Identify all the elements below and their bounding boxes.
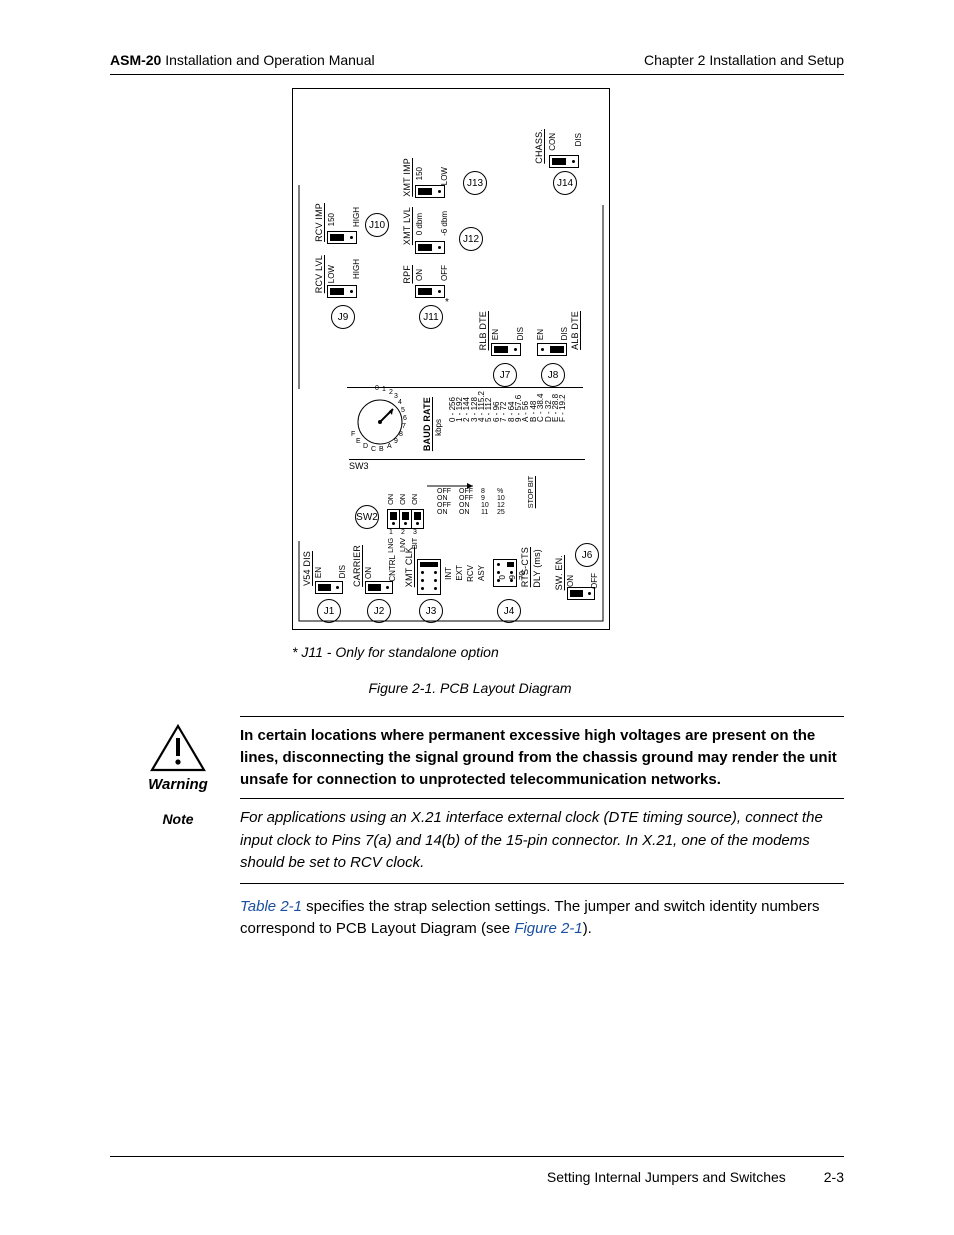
- j11-star: *: [445, 297, 449, 308]
- warning-text: In certain locations where permanent exc…: [240, 725, 844, 790]
- j14-opt-con: CON: [549, 133, 557, 151]
- j8-opt1: EN: [537, 329, 545, 340]
- j3-label: J3: [419, 599, 443, 623]
- j13-opt2: LOW: [441, 167, 449, 185]
- j8-strap: [537, 343, 567, 356]
- chapter-title: Chapter 2 Installation and Setup: [644, 52, 844, 68]
- j12-opt1: 0 dbm: [416, 213, 424, 235]
- j14-opt-dis: DIS: [575, 133, 583, 146]
- j14-label: J14: [553, 171, 577, 195]
- warning-icon-block: Warning Note: [143, 724, 213, 827]
- j4-title: RTS-CTS: [521, 547, 531, 587]
- j7-label: J7: [493, 363, 517, 387]
- footer-section: Setting Internal Jumpers and Switches: [547, 1169, 786, 1185]
- baud-rate-list: 0 - 2561 - 1922 - 1443 - 1284 - 115.25 -…: [449, 391, 567, 422]
- j3-header: [417, 559, 441, 595]
- j8-opt2: DIS: [561, 327, 569, 340]
- sw2-matrix: OFFOFF8% ONOFF910 OFFON1012 ONON1125: [437, 488, 513, 516]
- j1-title: V54 DIS: [303, 551, 313, 586]
- j1-label: J1: [317, 599, 341, 623]
- j12-strap: [415, 241, 445, 254]
- product-code: ASM-20: [110, 52, 161, 68]
- j13-title: XMT IMP: [403, 158, 413, 197]
- j14-title: CHASS.: [535, 129, 545, 164]
- note-text: For applications using an X.21 interface…: [240, 807, 844, 875]
- j9-title: RCV LVL: [315, 255, 325, 293]
- manual-title: Installation and Operation Manual: [165, 52, 374, 68]
- page-footer: Setting Internal Jumpers and Switches 2-…: [547, 1169, 844, 1185]
- footer-rule: [110, 1156, 844, 1157]
- board-outline: [293, 89, 609, 629]
- j10-label: J10: [365, 213, 389, 237]
- sw2-label: SW2: [355, 505, 379, 529]
- warning-triangle-icon: [150, 724, 206, 772]
- j7-opt2: DIS: [517, 327, 525, 340]
- j6-label: J6: [575, 543, 599, 567]
- j10-opt2: HIGH: [353, 207, 361, 227]
- j11-strap: [415, 285, 445, 298]
- j11-label: J11: [419, 305, 443, 329]
- j10-opt1: 150: [328, 213, 336, 226]
- j4-label: J4: [497, 599, 521, 623]
- j8-title: ALB DTE: [571, 311, 581, 350]
- j12-title: XMT LVL: [403, 207, 413, 245]
- pcb-layout-diagram: CHASS. CON DIS J14 XMT IMP 150 LOW J13 R…: [292, 88, 610, 630]
- j7-title: RLB DTE: [479, 311, 489, 350]
- j13-opt1: 150: [416, 167, 424, 180]
- j10-strap: [327, 231, 357, 244]
- baud-entry: F - 19.2: [559, 391, 567, 422]
- header-rule: [110, 74, 844, 75]
- baud-label: BAUD RATE: [423, 397, 433, 451]
- warning-block: In certain locations where permanent exc…: [240, 716, 844, 941]
- page-header: ASM-20 Installation and Operation Manual…: [110, 52, 844, 68]
- sw3-label: SW3: [349, 461, 369, 471]
- j13-strap: [415, 185, 445, 198]
- j8-label: J8: [541, 363, 565, 387]
- j7-strap: [491, 343, 521, 356]
- footnote: * J11 - Only for standalone option: [292, 644, 499, 660]
- figure-xref[interactable]: Figure 2-1: [514, 920, 582, 937]
- j2-title: CARRIER: [353, 545, 363, 587]
- j12-opt2: -6 dbm: [441, 211, 449, 236]
- note-label: Note: [143, 811, 213, 827]
- j11-opt1: ON: [416, 269, 424, 281]
- j3-title: XMT CLK: [405, 547, 415, 587]
- j9-label: J9: [331, 305, 355, 329]
- j11-title: RPF: [403, 265, 413, 284]
- j11-opt2: OFF: [441, 265, 449, 281]
- j9-opt1: LOW: [328, 265, 336, 283]
- sw2-block: ON ON ON 1 2 3 LNG LNV BIT STOP BIT OFFO…: [387, 484, 547, 546]
- figure-caption: Figure 2-1. PCB Layout Diagram: [292, 680, 648, 696]
- j4-header: [493, 559, 517, 587]
- j9-strap: [327, 285, 357, 298]
- j6-title: SW. EN.: [555, 555, 565, 590]
- warning-label: Warning: [143, 776, 213, 793]
- j10-title: RCV IMP: [315, 203, 325, 242]
- j4-sub: DLY (ms): [533, 549, 543, 588]
- j13-label: J13: [463, 171, 487, 195]
- baud-unit: kbps: [435, 419, 443, 436]
- j9-opt2: HIGH: [353, 259, 361, 279]
- sw3-box-bot: [349, 459, 585, 460]
- footer-page: 2-3: [824, 1169, 844, 1185]
- j7-opt1: EN: [492, 329, 500, 340]
- body-text: Table 2-1 specifies the strap selection …: [240, 896, 844, 941]
- j14-strap: [549, 155, 579, 168]
- j12-label: J12: [459, 227, 483, 251]
- j2-label: J2: [367, 599, 391, 623]
- table-xref[interactable]: Table 2-1: [240, 898, 302, 915]
